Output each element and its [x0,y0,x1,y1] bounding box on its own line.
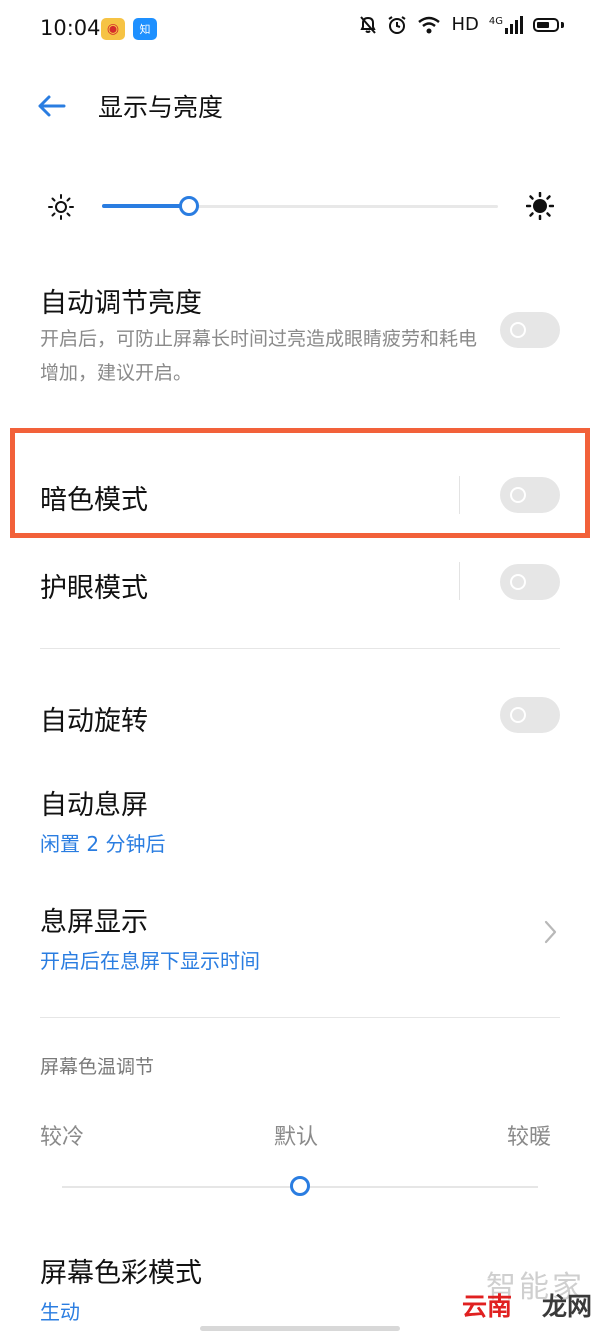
battery-icon [533,17,559,32]
screen-timeout-value: 闲置 2 分钟后 [40,832,166,856]
home-indicator[interactable] [200,1326,400,1331]
brightness-low-icon [48,194,74,220]
brightness-slider-fill [102,204,190,208]
status-indicators: HD 4G [359,14,564,35]
auto-brightness-toggle[interactable] [500,312,560,348]
wifi-icon [418,16,441,33]
divider [40,648,560,649]
auto-brightness-title: 自动调节亮度 [40,288,202,319]
color-mode-value: 生动 [40,1300,80,1324]
network-label: HD [451,14,479,35]
eye-care-toggle[interactable] [500,564,560,600]
color-temp-section-label: 屏幕色温调节 [40,1056,155,1078]
color-temp-cool-label: 较冷 [40,1125,85,1150]
dark-mode-toggle[interactable] [500,477,560,513]
signal-icon: 4G [488,15,523,34]
screen-timeout-title[interactable]: 自动息屏 [40,783,148,822]
zhihu-icon: 知 [133,18,157,40]
watermark-logo-red: 云南 [462,1292,513,1321]
mute-bell-icon [360,15,377,34]
color-mode-title[interactable]: 屏幕色彩模式 [40,1251,202,1290]
separator [459,562,460,600]
status-time: 10:04 [40,16,101,40]
weibo-icon: ◉ [101,18,125,40]
aod-title[interactable]: 息屏显示 [40,900,148,939]
back-arrow-icon[interactable] [34,88,70,124]
divider [40,1017,560,1018]
brightness-high-icon [526,192,554,220]
auto-rotate-title: 自动旋转 [40,706,148,737]
dark-mode-title: 暗色模式 [40,485,148,516]
signal-type-label: 4G [488,15,503,27]
auto-brightness-desc: 开启后，可防止屏幕长时间过亮造成眼睛疲劳和耗电增加，建议开启。 [40,328,478,384]
color-temp-default-label: 默认 [274,1125,319,1150]
alarm-icon [388,15,407,34]
chevron-right-icon[interactable] [540,918,560,946]
watermark-logo-dark: 龙网 [542,1292,593,1321]
eye-care-title: 护眼模式 [40,573,148,604]
brightness-slider-thumb[interactable] [179,196,200,216]
auto-rotate-toggle[interactable] [500,697,560,733]
page-title: 显示与亮度 [98,93,224,122]
separator [459,476,460,514]
color-temp-slider-thumb[interactable] [290,1176,310,1196]
aod-desc: 开启后在息屏下显示时间 [40,949,260,973]
color-temp-warm-label: 较暖 [507,1125,552,1150]
